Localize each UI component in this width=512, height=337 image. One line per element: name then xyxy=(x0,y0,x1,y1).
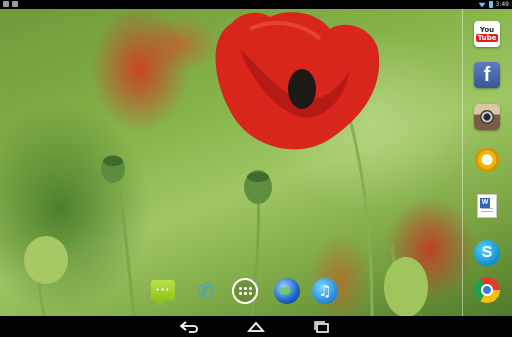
system-tray[interactable]: 3:49 xyxy=(478,0,509,9)
recents-icon[interactable] xyxy=(307,319,337,334)
right-app-dock: You Tube f W S xyxy=(462,9,512,316)
bottom-app-dock: ··· ✆ ♫ xyxy=(0,278,462,306)
back-icon[interactable] xyxy=(175,319,205,334)
camera360-icon[interactable] xyxy=(474,148,500,174)
home-screen-wallpaper xyxy=(0,9,512,316)
notification-icon xyxy=(3,1,9,7)
notification-area[interactable] xyxy=(3,1,18,7)
image-icon xyxy=(12,1,18,7)
music-icon[interactable]: ♫ xyxy=(312,278,338,304)
clock: 3:49 xyxy=(495,1,509,8)
navigation-bar xyxy=(0,316,512,337)
youtube-icon[interactable]: You Tube xyxy=(474,21,500,47)
battery-icon xyxy=(488,1,493,8)
browser-globe-icon[interactable] xyxy=(274,278,300,304)
messaging-icon[interactable]: ··· xyxy=(151,280,175,306)
instagram-icon[interactable] xyxy=(474,104,500,130)
all-apps-icon[interactable] xyxy=(232,278,258,304)
wifi-icon xyxy=(478,2,486,8)
document-icon[interactable]: W xyxy=(477,194,497,218)
chrome-icon[interactable] xyxy=(474,277,500,303)
home-icon[interactable] xyxy=(241,319,271,334)
skype-icon[interactable]: S xyxy=(474,240,500,266)
status-bar[interactable]: 3:49 xyxy=(0,0,512,9)
poppy-bud xyxy=(24,236,68,284)
poppy-pod-cap xyxy=(103,156,123,166)
phone-icon[interactable]: ✆ xyxy=(193,278,219,304)
poppy-pod-cap xyxy=(247,172,269,182)
facebook-icon[interactable]: f xyxy=(474,62,500,88)
poppy-illustration xyxy=(24,12,428,316)
poppy-flower xyxy=(215,12,380,150)
